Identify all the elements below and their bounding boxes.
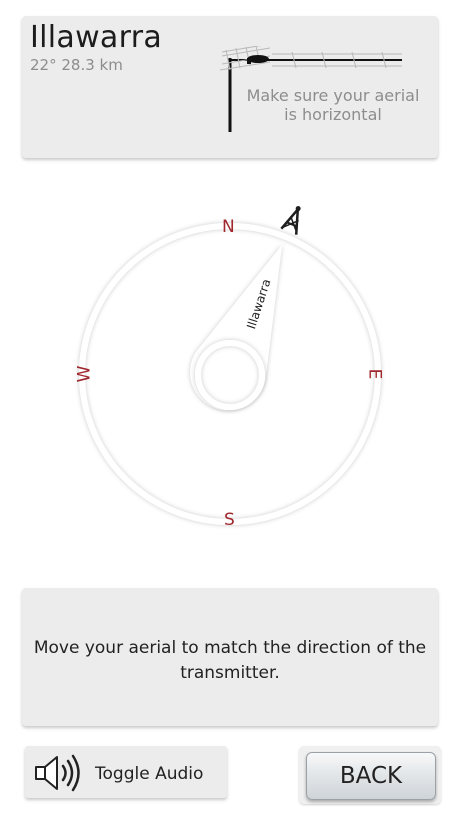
- speaker-icon: [35, 754, 80, 792]
- instruction-card: Move your aerial to match the direction …: [22, 588, 438, 726]
- toggle-audio-button[interactable]: Toggle Audio: [25, 746, 227, 798]
- compass-west-label: W: [74, 365, 95, 383]
- instruction-text: Move your aerial to match the direction …: [33, 638, 427, 683]
- aerial-hint: Make sure your aerial is horizontal: [246, 86, 420, 124]
- station-details: 22° 28.3 km: [30, 56, 123, 74]
- compass-south-label: S: [224, 510, 235, 530]
- compass-east-label: E: [364, 368, 385, 380]
- back-button[interactable]: BACK: [306, 752, 436, 800]
- compass-north-label: N: [222, 217, 235, 237]
- station-card: Illawarra 22° 28.3 km Make sure your aer: [22, 16, 438, 158]
- transmitter-tower-icon: [280, 206, 301, 235]
- compass: N S E W Illawarra: [60, 190, 400, 540]
- station-name: Illawarra: [30, 20, 163, 55]
- compass-dial: [79, 206, 381, 525]
- toggle-audio-label: Toggle Audio: [95, 764, 204, 784]
